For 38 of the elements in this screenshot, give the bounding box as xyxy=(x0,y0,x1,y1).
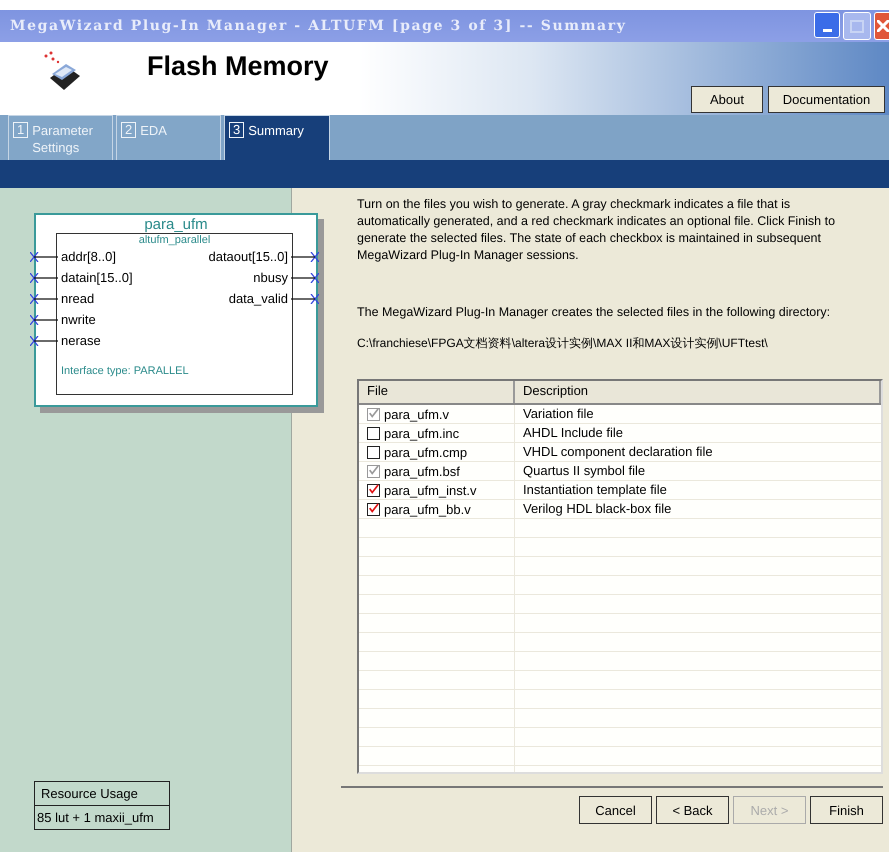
column-header[interactable]: File xyxy=(359,381,515,403)
port-label: data_valid xyxy=(228,291,288,306)
column-header[interactable]: Description xyxy=(515,381,881,403)
instructions-text: Turn on the files you wish to generate. A gray checkmark indicates a file that is automatically generated, and a red checkmark indicates an optional file. Click Finish to generate the selected files. The state of each checkbox is maintained in subsequent MegaWizard Plug-In Manager sessions. xyxy=(357,196,836,264)
symbol-subtitle: altufm_parallel xyxy=(138,234,212,246)
directory-path: C:\franchiese\FPGA文档资料\altera设计实例\MAX II和MAX设计实例\UFTtest\ xyxy=(357,335,769,352)
port-label: nbusy xyxy=(253,270,288,285)
port-label: dataout[15..0] xyxy=(208,249,288,264)
table-cell-text: AHDL Include file xyxy=(522,424,624,442)
table-cell-text: VHDL component declaration file xyxy=(522,443,714,461)
wizard-tab[interactable]: 3 Summary xyxy=(224,115,330,160)
symbol-name: para_ufm xyxy=(143,217,209,233)
interface-type-note: Interface type: PARALLEL xyxy=(61,365,190,377)
table-header: Resource Usage xyxy=(40,785,139,803)
wizard-button[interactable]: Finish xyxy=(810,796,883,824)
window-title: MegaWizard Plug-In Manager - ALTUFM [page 3 of 3] -- Summary xyxy=(10,18,626,34)
table-cell-text: Variation file xyxy=(522,405,595,423)
file-name: para_ufm.cmp xyxy=(384,444,468,460)
page-heading: Flash Memory xyxy=(147,51,329,83)
table-cell-text: Verilog HDL black-box file xyxy=(522,500,672,518)
port-label: addr[8..0] xyxy=(61,249,116,264)
file-name: para_ufm.bsf xyxy=(384,464,460,478)
wizard-button[interactable]: Cancel xyxy=(579,796,652,824)
header-button[interactable]: Documentation xyxy=(768,86,885,113)
file-name: para_ufm.v xyxy=(384,406,450,422)
table-cell-text: Instantiation template file xyxy=(522,481,668,499)
table-cell-text: Quartus II symbol file xyxy=(522,462,646,480)
file-name: para_ufm_bb.v xyxy=(384,502,471,516)
directory-label: The MegaWizard Plug-In Manager creates the selected files in the following directory: xyxy=(357,304,832,321)
port-label: datain[15..0] xyxy=(61,270,133,285)
port-label: nread xyxy=(61,291,94,306)
header-button[interactable]: About xyxy=(691,86,763,113)
table-cell: 85 lut + 1 maxii_ufm xyxy=(35,805,169,829)
file-name: para_ufm_inst.v xyxy=(384,482,476,498)
port-label: nerase xyxy=(61,333,101,348)
port-label: nwrite xyxy=(61,312,96,327)
file-name: para_ufm.inc xyxy=(384,426,460,440)
wizard-button[interactable]: < Back xyxy=(656,796,729,824)
